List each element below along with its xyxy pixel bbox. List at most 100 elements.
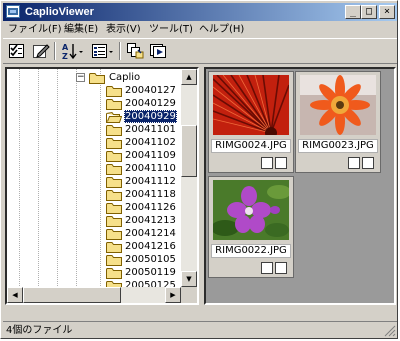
thumbnail-card[interactable]: RIMG0024.JPG — [208, 71, 294, 173]
tree-item-label: 20040127 — [125, 85, 176, 96]
scroll-down-button[interactable]: ▼ — [181, 271, 197, 287]
tree-item-label: 20041112 — [125, 176, 176, 187]
copy-to-folder-icon — [127, 43, 144, 59]
tree-item[interactable]: 20041110 — [7, 162, 185, 176]
menu-edit[interactable]: 編集(E) — [64, 22, 98, 37]
menu-bar: ファイル(F) 編集(E) 表示(V) ツール(T) ヘルプ(H) — [3, 21, 397, 38]
menu-file[interactable]: ファイル(F) — [8, 22, 62, 37]
tree-item-label: 20040129 — [125, 98, 176, 109]
scroll-right-button[interactable]: ▶ — [165, 287, 181, 303]
slideshow-icon — [150, 44, 166, 58]
tree-item[interactable]: 20041109 — [7, 149, 185, 163]
horizontal-scroll-thumb[interactable] — [23, 287, 121, 303]
app-window: CaplioViewer _ □ × ファイル(F) 編集(E) 表示(V) ツ… — [0, 0, 398, 339]
app-icon — [6, 5, 20, 18]
info-icon[interactable] — [275, 157, 287, 169]
tree-item-label: 20041214 — [125, 228, 176, 239]
folder-icon — [106, 255, 122, 266]
folder-icon — [106, 229, 122, 240]
menu-help[interactable]: ヘルプ(H) — [199, 22, 244, 37]
edit-icon — [33, 44, 50, 58]
toolbar-separator — [119, 42, 121, 60]
tree-item-label: 20041109 — [125, 150, 176, 161]
sort-button[interactable]: A Z — [59, 41, 87, 61]
tree-item-label: 20050119 — [125, 267, 176, 278]
maximize-button[interactable]: □ — [361, 5, 377, 19]
toolbar-separator — [54, 42, 56, 60]
tree-item-label: 20041102 — [125, 137, 176, 148]
tree-item[interactable]: 20041112 — [7, 175, 185, 189]
tree-item[interactable]: 20041216 — [7, 240, 185, 254]
thumbnail-filename: RIMG0024.JPG — [211, 139, 291, 153]
tree-item-label: 20050105 — [125, 254, 176, 265]
tree-item[interactable]: 20041102 — [7, 136, 185, 150]
tree-item[interactable]: 20041118 — [7, 188, 185, 202]
tree-item-selected[interactable]: 20040929 — [7, 110, 185, 124]
menu-view[interactable]: 表示(V) — [106, 22, 141, 37]
folder-icon — [106, 125, 122, 136]
copy-to-folder-button[interactable] — [124, 41, 146, 61]
tree-item[interactable]: 20040127 — [7, 84, 185, 98]
folder-icon — [106, 216, 122, 227]
folder-icon — [106, 138, 122, 149]
tree-item-label: 20041118 — [125, 189, 176, 200]
tree-item-label: 20041126 — [125, 202, 176, 213]
thumbnail-filename: RIMG0023.JPG — [298, 139, 378, 153]
svg-text:Z: Z — [62, 52, 68, 60]
scroll-left-button[interactable]: ◀ — [7, 287, 23, 303]
close-button[interactable]: × — [379, 5, 395, 19]
tree-item[interactable]: 20040129 — [7, 97, 185, 111]
folder-icon — [106, 190, 122, 201]
folder-icon — [106, 86, 122, 97]
purple-flower-photo — [213, 180, 289, 240]
rotate-icon[interactable] — [261, 262, 273, 274]
sort-az-icon: A Z — [62, 43, 83, 60]
rotate-icon[interactable] — [348, 157, 360, 169]
rotate-icon[interactable] — [261, 157, 273, 169]
red-umbrella-ribs-photo — [213, 75, 289, 135]
folder-icon — [89, 73, 105, 84]
tree-item-label: 20041216 — [125, 241, 176, 252]
tree-item[interactable]: 20041214 — [7, 227, 185, 241]
tree-item[interactable]: 20050119 — [7, 266, 185, 280]
tree-item-caplio[interactable]: − Caplio — [7, 71, 185, 85]
info-icon[interactable] — [275, 262, 287, 274]
tree-horizontal-scrollbar[interactable]: ◀ ▶ — [7, 287, 181, 303]
edit-button[interactable] — [30, 41, 52, 61]
info-icon[interactable] — [362, 157, 374, 169]
folder-icon — [106, 203, 122, 214]
thumbnail-card[interactable]: RIMG0023.JPG — [295, 71, 381, 173]
thumbnail-filename: RIMG0022.JPG — [211, 244, 291, 258]
title-bar[interactable]: CaplioViewer _ □ × — [3, 3, 397, 21]
tree-item-label: 20040929 — [124, 110, 177, 123]
collapse-toggle[interactable]: − — [76, 73, 85, 82]
menu-tools[interactable]: ツール(T) — [149, 22, 193, 37]
slideshow-button[interactable] — [147, 41, 169, 61]
svg-text:A: A — [62, 43, 69, 52]
thumbnail-pane[interactable]: RIMG0024.JPG RIMG0023.JPG RIMG0022.JPG — [204, 67, 396, 305]
tree-item[interactable]: 20041101 — [7, 123, 185, 137]
thumbnail-card[interactable]: RIMG0022.JPG — [208, 176, 294, 278]
tree-item-label: Caplio — [109, 72, 141, 83]
tree-item-label: 20041213 — [125, 215, 176, 226]
vertical-scroll-thumb[interactable] — [181, 125, 197, 177]
status-text: 4個のファイル — [6, 325, 73, 336]
tree-item-label: 20041110 — [125, 163, 176, 174]
window-title: CaplioViewer — [25, 6, 94, 18]
tree-item[interactable]: 20050105 — [7, 253, 185, 267]
folder-icon — [106, 164, 122, 175]
scroll-up-button[interactable]: ▲ — [181, 69, 197, 85]
scrollbar-corner — [181, 287, 197, 303]
checklist-button[interactable] — [6, 41, 28, 61]
tree-vertical-scrollbar[interactable]: ▲ ▼ — [181, 69, 197, 287]
folder-tree-pane[interactable]: − Caplio 20040127 20040129 20040929 2004… — [5, 67, 199, 305]
resize-grip-icon[interactable] — [384, 325, 396, 337]
tree-item[interactable]: 20041213 — [7, 214, 185, 228]
minimize-button[interactable]: _ — [345, 5, 361, 19]
tree-item-label: 20041101 — [125, 124, 176, 135]
folder-icon — [106, 268, 122, 279]
tree-item[interactable]: 20041126 — [7, 201, 185, 215]
view-mode-button[interactable] — [89, 41, 117, 61]
folder-icon — [106, 151, 122, 162]
orange-gerbera-photo — [300, 75, 376, 135]
